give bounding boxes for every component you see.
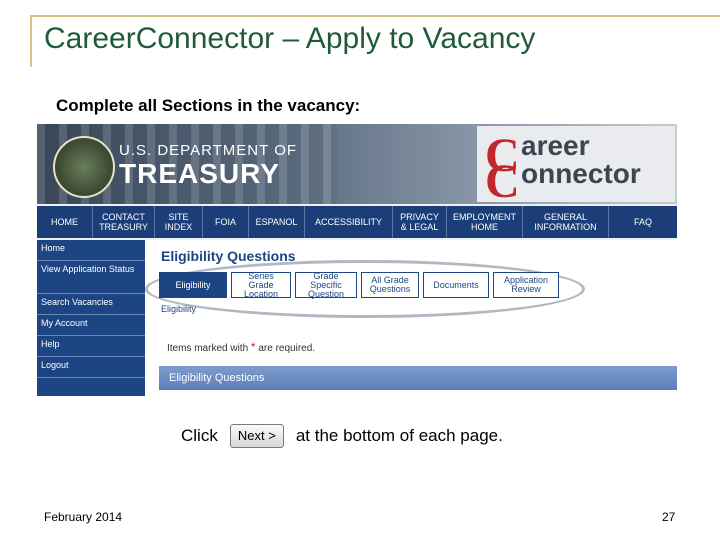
eligibility-subheading: Eligibility [161,304,197,314]
click-suffix: at the bottom of each page. [295,426,503,445]
main-content: Eligibility Questions Eligibility Series… [145,240,677,396]
top-navigation: HOME CONTACT TREASURY SITE INDEX FOIA ES… [37,206,677,238]
tab-application-review[interactable]: Application Review [493,272,559,298]
nav-foia[interactable]: FOIA [203,206,249,238]
treasury-seal-icon [53,136,115,198]
treasury-banner: U.S. DEPARTMENT OF TREASURY C areer C on… [37,124,677,208]
nav-privacy[interactable]: PRIVACY & LEGAL [393,206,447,238]
sidebar-item-help[interactable]: Help [37,336,145,357]
dept-name: TREASURY [119,158,280,189]
nav-employment[interactable]: EMPLOYMENT HOME [447,206,523,238]
nav-faq[interactable]: FAQ [609,206,677,238]
page-number: 27 [662,510,676,524]
required-note: Items marked with * are required. [167,340,315,354]
tab-documents[interactable]: Documents [423,272,489,298]
required-suffix: are required. [258,343,316,354]
required-prefix: Items marked with [167,343,249,354]
left-sidebar: Home View Application Status Search Vaca… [37,240,145,396]
sidebar-item-search[interactable]: Search Vacancies [37,294,145,315]
website-screenshot: U.S. DEPARTMENT OF TREASURY C areer C on… [37,124,677,396]
sidebar-item-view-status[interactable]: View Application Status [37,261,145,294]
nav-espanol[interactable]: ESPANOL [249,206,305,238]
next-button[interactable]: Next > [229,424,284,448]
click-instruction: Click Next > at the bottom of each page. [181,424,503,448]
tab-grade-specific[interactable]: Grade Specific Question [295,271,357,298]
tab-all-grade[interactable]: All Grade Questions [361,272,419,298]
nav-site-index[interactable]: SITE INDEX [155,206,203,238]
section-bar: Eligibility Questions [159,366,677,390]
nav-contact[interactable]: CONTACT TREASURY [93,206,155,238]
tab-series-grade-location[interactable]: Series Grade Location [231,271,291,298]
dept-label: U.S. DEPARTMENT OF [119,142,298,159]
slide-title: CareerConnector – Apply to Vacancy [44,22,536,55]
logo-c-bottom: C [485,155,520,208]
sidebar-item-logout[interactable]: Logout [37,357,145,378]
section-tabs: Eligibility Series Grade Location Grade … [159,271,559,298]
tab-eligibility[interactable]: Eligibility [159,272,227,298]
required-star: * [250,340,256,354]
slide-subtitle: Complete all Sections in the vacancy: [56,96,361,115]
sidebar-item-home[interactable]: Home [37,240,145,261]
logo-text-bottom: onnector [521,158,641,189]
nav-accessibility[interactable]: ACCESSIBILITY [305,206,393,238]
sidebar-item-account[interactable]: My Account [37,315,145,336]
nav-general-info[interactable]: GENERAL INFORMATION [523,206,609,238]
footer-date: February 2014 [44,510,123,524]
click-text: Click [181,426,218,445]
nav-home[interactable]: HOME [37,206,93,238]
